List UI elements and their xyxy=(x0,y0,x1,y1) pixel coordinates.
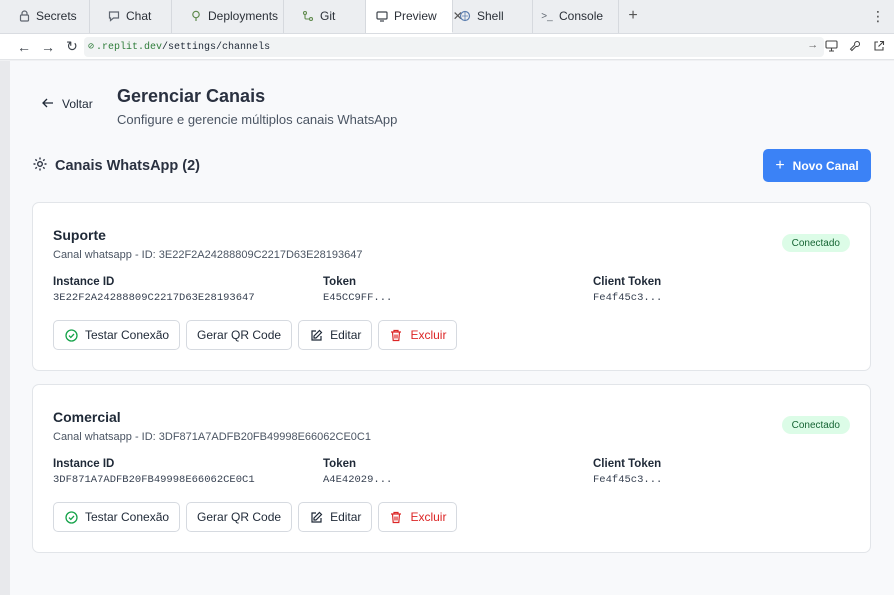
url-host: .replit.dev xyxy=(96,41,163,53)
channel-name: Suporte xyxy=(53,227,106,243)
instance-id-label: Instance ID xyxy=(53,276,115,288)
arrow-left-icon xyxy=(42,97,54,111)
edit-label: Editar xyxy=(330,328,362,342)
left-gutter xyxy=(0,61,10,595)
chat-icon xyxy=(108,10,120,22)
delete-label: Excluir xyxy=(410,510,447,524)
back-arrow-icon[interactable]: ← xyxy=(12,35,36,59)
tab-label: Console xyxy=(559,9,604,23)
go-arrow-icon[interactable]: → xyxy=(809,40,816,52)
wrench-icon[interactable] xyxy=(848,38,862,54)
channel-actions: Testar Conexão Gerar QR Code Editar Excl… xyxy=(53,502,458,532)
tab-label: Git xyxy=(320,9,336,23)
tab-label: Preview xyxy=(394,8,437,23)
browser-tab-bar: Secrets Chat Deployments Git Preview ✕ S… xyxy=(0,0,894,34)
client-token-label: Client Token xyxy=(593,458,662,470)
status-badge: Conectado xyxy=(781,416,850,434)
delete-button[interactable]: Excluir xyxy=(378,320,458,350)
open-external-icon[interactable] xyxy=(872,38,886,54)
edit-icon xyxy=(309,328,323,342)
instance-id-field: Instance ID 3DF871A7ADFB20FB49998E66062C… xyxy=(53,458,255,486)
console-icon: >_ xyxy=(541,10,553,22)
reload-icon[interactable]: ↻ xyxy=(60,35,84,59)
new-channel-label: Novo Canal xyxy=(792,158,859,173)
instance-id-field: Instance ID 3E22F2A24288809C2217D63E2819… xyxy=(53,276,255,304)
generate-qr-label: Gerar QR Code xyxy=(197,510,282,524)
forward-arrow-icon[interactable]: → xyxy=(36,35,60,59)
new-channel-button[interactable]: + Novo Canal xyxy=(763,149,871,182)
instance-id-value: 3E22F2A24288809C2217D63E28193647 xyxy=(53,292,255,304)
trash-icon xyxy=(389,510,403,524)
tab-secrets[interactable]: Secrets xyxy=(0,0,90,33)
client-token-value: Fe4f45c3... xyxy=(593,474,663,486)
client-token-field: Client Token Fe4f45c3... xyxy=(593,458,662,486)
back-link[interactable]: Voltar xyxy=(42,97,93,111)
plus-icon: + xyxy=(775,156,785,174)
status-badge: Conectado xyxy=(781,234,850,252)
delete-label: Excluir xyxy=(410,328,447,342)
client-token-label: Client Token xyxy=(593,276,662,288)
page-subtitle: Configure e gerencie múltiplos canais Wh… xyxy=(117,112,398,127)
section-header: Canais WhatsApp (2) xyxy=(32,156,200,176)
channel-description: Canal whatsapp - ID: 3DF871A7ADFB20FB499… xyxy=(53,431,371,443)
more-vertical-icon[interactable]: ⋮ xyxy=(871,8,885,25)
edit-label: Editar xyxy=(330,510,362,524)
tab-console[interactable]: >_ Console xyxy=(533,0,619,33)
token-value: E45CC9FF... xyxy=(323,292,393,304)
channel-card: Comercial Canal whatsapp - ID: 3DF871A7A… xyxy=(32,384,871,553)
tab-preview[interactable]: Preview ✕ xyxy=(366,0,463,33)
edit-button[interactable]: Editar xyxy=(298,502,373,532)
generate-qr-label: Gerar QR Code xyxy=(197,328,282,342)
devices-icon[interactable] xyxy=(824,38,838,54)
token-label: Token xyxy=(323,458,357,470)
client-token-value: Fe4f45c3... xyxy=(593,292,663,304)
tab-chat[interactable]: Chat xyxy=(90,0,172,33)
channel-card: Suporte Canal whatsapp - ID: 3E22F2A2428… xyxy=(32,202,871,371)
token-label: Token xyxy=(323,276,357,288)
url-field[interactable]: ⊘ .replit.dev/settings/channels → xyxy=(84,37,824,57)
channel-description: Canal whatsapp - ID: 3E22F2A24288809C221… xyxy=(53,249,363,261)
check-circle-icon xyxy=(64,328,78,342)
delete-button[interactable]: Excluir xyxy=(378,502,458,532)
test-connection-button[interactable]: Testar Conexão xyxy=(53,320,181,350)
lock-icon xyxy=(18,10,30,22)
token-field: Token A4E42029... xyxy=(323,458,392,486)
channel-name: Comercial xyxy=(53,409,121,425)
instance-id-value: 3DF871A7ADFB20FB49998E66062CE0C1 xyxy=(53,474,255,486)
channel-actions: Testar Conexão Gerar QR Code Editar Excl… xyxy=(53,320,458,350)
token-field: Token E45CC9FF... xyxy=(323,276,392,304)
generate-qr-button[interactable]: Gerar QR Code xyxy=(186,320,293,350)
tab-label: Deployments xyxy=(208,9,279,23)
generate-qr-button[interactable]: Gerar QR Code xyxy=(186,502,293,532)
page-title: Gerenciar Canais xyxy=(117,86,266,106)
tab-deployments[interactable]: Deployments xyxy=(172,0,284,33)
tab-label: Shell xyxy=(477,9,504,23)
address-bar: ← → ↻ ⊘ .replit.dev/settings/channels → xyxy=(0,34,894,60)
tab-git[interactable]: Git xyxy=(284,0,366,33)
test-connection-label: Testar Conexão xyxy=(85,328,170,342)
tab-label: Chat xyxy=(126,9,152,23)
git-icon xyxy=(302,10,314,22)
test-connection-button[interactable]: Testar Conexão xyxy=(53,502,181,532)
edit-icon xyxy=(309,510,323,524)
token-value: A4E42029... xyxy=(323,474,393,486)
check-circle-icon xyxy=(64,510,78,524)
test-connection-label: Testar Conexão xyxy=(85,510,170,524)
new-tab-button[interactable]: + xyxy=(619,0,647,33)
deploy-icon xyxy=(190,10,202,22)
back-label: Voltar xyxy=(62,97,93,111)
shell-icon xyxy=(459,10,471,22)
section-title: Canais WhatsApp (2) xyxy=(55,158,201,174)
url-path: /settings/channels xyxy=(162,41,271,53)
preview-icon xyxy=(376,10,388,22)
link-icon: ⊘ xyxy=(88,42,95,53)
page-content: Voltar Gerenciar Canais Configure e gere… xyxy=(10,61,894,595)
tab-shell[interactable]: Shell xyxy=(453,0,533,33)
instance-id-label: Instance ID xyxy=(53,458,115,470)
tab-label: Secrets xyxy=(36,9,77,23)
edit-button[interactable]: Editar xyxy=(298,320,373,350)
gear-icon xyxy=(32,156,48,176)
client-token-field: Client Token Fe4f45c3... xyxy=(593,276,662,304)
trash-icon xyxy=(389,328,403,342)
